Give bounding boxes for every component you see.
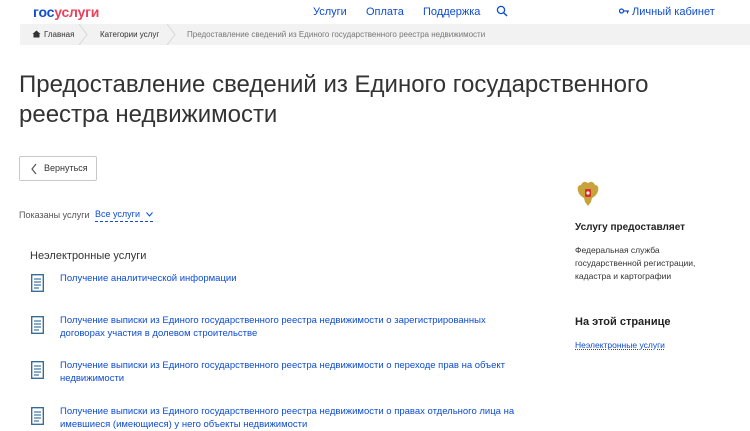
service-link[interactable]: Получение аналитической информации: [60, 272, 520, 285]
breadcrumb-current: Предоставление сведений из Единого госуд…: [187, 30, 486, 39]
service-link[interactable]: Получение выписки из Единого государстве…: [60, 359, 520, 385]
breadcrumb-separator: [166, 24, 176, 45]
breadcrumb-categories[interactable]: Категории услуг: [100, 24, 159, 45]
nav-support[interactable]: Поддержка: [423, 6, 480, 18]
service-item[interactable]: Получение аналитической информации: [31, 272, 531, 302]
on-this-page-link[interactable]: Неэлектронные услуги: [575, 340, 665, 350]
breadcrumb: Главная Категории услуг Предоставление с…: [20, 24, 750, 45]
service-item[interactable]: Получение выписки из Единого государстве…: [31, 314, 531, 344]
gosuslugi-logo[interactable]: госуслуги: [33, 4, 99, 20]
cabinet-label: Личный кабинет: [632, 6, 715, 18]
chevron-down-icon: [145, 212, 153, 217]
back-button-label: Вернуться: [44, 163, 88, 173]
document-icon: [31, 361, 44, 379]
services-filter-dropdown[interactable]: Все услуги: [95, 209, 153, 222]
back-button[interactable]: Вернуться: [19, 156, 97, 181]
key-icon: [619, 8, 629, 14]
provider-name: Федеральная служба государственной регис…: [575, 245, 696, 281]
document-icon: [31, 316, 44, 334]
logo-part-uslugi: услуги: [54, 4, 100, 20]
home-icon[interactable]: [32, 30, 41, 38]
service-link[interactable]: Получение выписки из Единого государстве…: [60, 314, 520, 340]
service-link[interactable]: Получение выписки из Единого государстве…: [60, 405, 520, 431]
document-icon: [31, 274, 44, 292]
section-title: Неэлектронные услуги: [30, 250, 147, 262]
coat-of-arms-icon: [577, 181, 599, 206]
page-title: Предоставление сведений из Единого госуд…: [19, 71, 649, 128]
provider-heading: Услугу предоставляет: [575, 222, 686, 233]
filter-value: Все услуги: [95, 209, 140, 219]
nav-payment[interactable]: Оплата: [366, 6, 404, 18]
logo-part-gos: гос: [33, 4, 55, 20]
nav-services[interactable]: Услуги: [313, 6, 347, 18]
service-item[interactable]: Получение выписки из Единого государстве…: [31, 405, 531, 431]
search-icon[interactable]: [496, 5, 508, 17]
on-this-page-heading: На этой странице: [575, 316, 671, 328]
chevron-left-icon: [31, 163, 37, 175]
personal-cabinet-link[interactable]: Личный кабинет: [619, 6, 715, 18]
top-header: госуслуги Услуги Оплата Поддержка Личный…: [0, 0, 750, 24]
service-item[interactable]: Получение выписки из Единого государстве…: [31, 359, 531, 389]
breadcrumb-separator: [78, 24, 88, 45]
breadcrumb-home[interactable]: Главная: [44, 24, 74, 45]
filter-label: Показаны услуги: [19, 210, 90, 220]
document-icon: [31, 407, 44, 425]
